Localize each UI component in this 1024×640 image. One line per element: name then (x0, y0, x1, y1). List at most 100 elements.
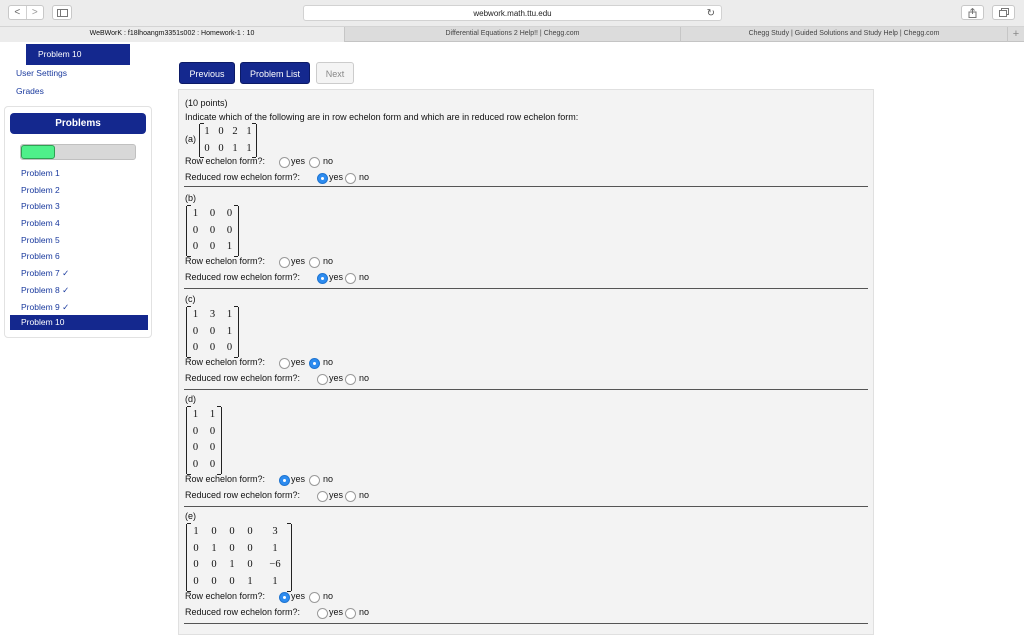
problem-link-4[interactable]: Problem 4 (10, 215, 148, 232)
problem-link-8[interactable]: Problem 8 ✓ (10, 282, 148, 299)
matrix-entry: 0 (192, 459, 199, 471)
tabs-overview-icon[interactable] (992, 5, 1015, 20)
part-label: (d) (185, 394, 196, 404)
ref-no-label: no (323, 256, 334, 266)
part-divider (184, 623, 868, 624)
address-text: webwork.math.ttu.edu (473, 9, 552, 18)
matrix-entry: 0 (209, 224, 216, 236)
problem-link-2[interactable]: Problem 2 (10, 182, 148, 199)
rref-yes-radio[interactable] (317, 173, 328, 184)
matrix-entry: 0 (193, 576, 199, 588)
current-problem-link[interactable]: Problem 10 (26, 44, 130, 65)
rref-yes-radio[interactable] (317, 273, 328, 284)
new-tab-button[interactable]: + (1008, 27, 1024, 41)
rref-yes-radio[interactable] (317, 608, 328, 619)
problem-prompt: Indicate which of the following are in r… (185, 112, 579, 122)
tab-chegg-help[interactable]: Differential Equations 2 Help!! | Chegg.… (345, 27, 681, 42)
problems-title[interactable]: Problems (10, 113, 146, 134)
forward-button[interactable]: > (27, 6, 44, 19)
matrix-row: 01001 (187, 541, 291, 558)
ref-yes-label: yes (291, 156, 306, 166)
user-settings-link[interactable]: User Settings (16, 68, 67, 78)
rref-no-label: no (359, 172, 370, 182)
problem-link-3[interactable]: Problem 3 (10, 198, 148, 215)
rref-yes-label: yes (329, 272, 344, 282)
matrix-entry: 1 (229, 559, 235, 571)
rref-no-radio[interactable] (345, 273, 356, 284)
problem-link-5[interactable]: Problem 5 (10, 232, 148, 249)
problem-link-1[interactable]: Problem 1 (10, 165, 148, 182)
matrix-entry: 1 (247, 576, 253, 588)
ref-yes-label: yes (291, 591, 306, 601)
matrix-entry: 0 (192, 425, 199, 437)
matrix-entry: −6 (269, 559, 281, 571)
ref-no-radio[interactable] (309, 257, 320, 268)
next-button[interactable]: Next (316, 62, 354, 84)
ref-yes-label: yes (291, 256, 306, 266)
tab-title: Differential Equations 2 Help!! | Chegg.… (445, 30, 580, 37)
rref-yes-radio[interactable] (317, 491, 328, 502)
address-bar[interactable]: webwork.math.ttu.edu ↻ (303, 5, 722, 21)
rref-no-radio[interactable] (345, 173, 356, 184)
reload-icon[interactable]: ↻ (707, 6, 715, 21)
matrix-entry: 0 (247, 559, 253, 571)
matrix-row: 000 (187, 223, 238, 240)
part-label: (b) (185, 193, 196, 203)
matrix-entry: 1 (209, 409, 216, 420)
matrix-row: 11 (187, 407, 221, 424)
matrix-entry: 0 (229, 542, 235, 554)
matrix-entry: 0 (192, 325, 199, 337)
matrix-entry: 1 (226, 325, 233, 337)
ref-yes-label: yes (291, 357, 306, 367)
sidebar-toggle-icon[interactable] (52, 5, 72, 20)
ref-question: Row echelon form?: (185, 474, 266, 484)
problem-link-10[interactable]: Problem 10 (10, 315, 148, 331)
ref-yes-radio[interactable] (279, 475, 290, 486)
back-button[interactable]: < (9, 6, 27, 19)
matrix-entry: 0 (226, 224, 233, 236)
ref-yes-radio[interactable] (279, 592, 290, 603)
matrix-row: 000 (187, 340, 238, 357)
rref-no-radio[interactable] (345, 608, 356, 619)
rref-yes-label: yes (329, 490, 344, 500)
rref-no-radio[interactable] (345, 491, 356, 502)
matrix-entry: 0 (226, 342, 233, 354)
matrix-row: 0011 (200, 141, 256, 158)
ref-question: Row echelon form?: (185, 357, 266, 367)
ref-no-label: no (323, 357, 334, 367)
tab-title: WeBWorK : f18lhoangm3351s002 : Homework-… (89, 30, 255, 37)
tab-chegg-study[interactable]: Chegg Study | Guided Solutions and Study… (681, 27, 1008, 42)
ref-yes-radio[interactable] (279, 358, 290, 369)
ref-yes-radio[interactable] (279, 157, 290, 168)
ref-no-radio[interactable] (309, 592, 320, 603)
matrix-entry: 0 (209, 325, 216, 337)
problem-link-9[interactable]: Problem 9 ✓ (10, 299, 148, 316)
matrix-entry: 0 (247, 542, 253, 554)
browser-toolbar: < > webwork.math.ttu.edu ↻ (0, 0, 1024, 27)
part-label: (a) (185, 134, 196, 144)
rref-yes-label: yes (329, 373, 344, 383)
matrix-row: 001 (187, 324, 238, 341)
rref-question: Reduced row echelon form?: (185, 607, 301, 617)
tab-bar: WeBWorK : f18lhoangm3351s002 : Homework-… (0, 27, 1024, 42)
share-icon[interactable] (961, 5, 984, 20)
grades-link[interactable]: Grades (16, 86, 44, 96)
previous-button[interactable]: Previous (179, 62, 235, 84)
tab-webwork[interactable]: WeBWorK : f18lhoangm3351s002 : Homework-… (0, 27, 345, 42)
matrix-entry: 0 (229, 576, 235, 588)
rref-no-radio[interactable] (345, 374, 356, 385)
matrix-row: 001 (187, 239, 238, 256)
problem-link-6[interactable]: Problem 6 (10, 248, 148, 265)
ref-no-radio[interactable] (309, 358, 320, 369)
problem-list-button[interactable]: Problem List (240, 62, 310, 84)
matrix-row: 100 (187, 206, 238, 223)
problem-link-7[interactable]: Problem 7 ✓ (10, 265, 148, 282)
ref-yes-radio[interactable] (279, 257, 290, 268)
matrix-entry: 0 (229, 526, 235, 537)
rref-yes-radio[interactable] (317, 374, 328, 385)
matrix-e: 1 0 0 0 3 0 1 0 0 1 0 0 1 0 −6 0 0 0 1 1 (186, 523, 292, 592)
rref-yes-label: yes (329, 607, 344, 617)
matrix-entry: 2 (232, 126, 238, 137)
ref-no-radio[interactable] (309, 157, 320, 168)
ref-no-radio[interactable] (309, 475, 320, 486)
